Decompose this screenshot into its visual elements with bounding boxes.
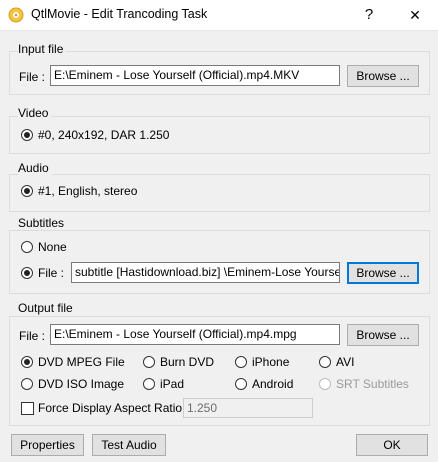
subtitles-none-label: None [38, 240, 67, 254]
force-dar-label: Force Display Aspect Ratio : [38, 401, 189, 415]
qtlmovie-app-icon [8, 7, 24, 23]
format-srt-label: SRT Subtitles [336, 377, 409, 391]
subtitles-none-radio[interactable] [21, 241, 33, 253]
format-ipad-label: iPad [160, 377, 185, 391]
properties-button[interactable]: Properties [11, 434, 84, 456]
test-audio-button[interactable]: Test Audio [92, 434, 166, 456]
format-dvd-iso-radio[interactable] [21, 378, 33, 390]
format-burn-dvd-radio[interactable] [143, 356, 155, 368]
input-file-field[interactable]: E:\Eminem - Lose Yourself (Official).mp4… [50, 65, 340, 86]
format-srt-radio [319, 378, 331, 390]
video-group-label: Video [18, 106, 52, 120]
force-dar-checkbox[interactable] [21, 402, 34, 415]
format-android-label: Android [252, 377, 294, 391]
format-avi-radio[interactable] [319, 356, 331, 368]
dar-value-field[interactable]: 1.250 [183, 398, 313, 418]
subtitles-browse-button[interactable]: Browse ... [347, 262, 419, 284]
subtitles-group-label: Subtitles [18, 216, 68, 230]
format-dvd-mpeg-label: DVD MPEG File [38, 355, 125, 369]
title-bar: QtlMovie - Edit Trancoding Task ? ✕ [0, 0, 438, 31]
subtitles-file-label: File : [38, 266, 65, 280]
subtitles-file-field[interactable]: subtitle [Hastidownload.biz] \Eminem-Los… [71, 262, 340, 283]
format-android-radio[interactable] [235, 378, 247, 390]
output-browse-button[interactable]: Browse ... [347, 324, 419, 346]
output-file-group-label: Output file [18, 301, 76, 315]
subtitles-file-radio[interactable] [21, 267, 33, 279]
format-dvd-mpeg-radio[interactable] [21, 356, 33, 368]
audio-stream-label: #1, English, stereo [38, 184, 138, 198]
audio-stream-radio[interactable] [21, 185, 33, 197]
format-iphone-label: iPhone [252, 355, 290, 369]
help-button[interactable]: ? [346, 0, 392, 30]
format-avi-label: AVI [336, 355, 355, 369]
format-dvd-iso-label: DVD ISO Image [38, 377, 125, 391]
input-file-group-label: Input file [18, 42, 67, 56]
video-stream-radio[interactable] [21, 129, 33, 141]
window-title: QtlMovie - Edit Trancoding Task [31, 7, 208, 21]
close-button[interactable]: ✕ [392, 0, 438, 30]
input-browse-button[interactable]: Browse ... [347, 65, 419, 87]
audio-group-label: Audio [18, 161, 52, 175]
format-ipad-radio[interactable] [143, 378, 155, 390]
format-burn-dvd-label: Burn DVD [160, 355, 215, 369]
video-stream-label: #0, 240x192, DAR 1.250 [38, 128, 170, 142]
output-file-field[interactable]: E:\Eminem - Lose Yourself (Official).mp4… [50, 324, 340, 345]
output-file-label: File : [19, 329, 46, 343]
ok-button[interactable]: OK [356, 434, 428, 456]
input-file-label: File : [19, 70, 46, 84]
format-iphone-radio[interactable] [235, 356, 247, 368]
